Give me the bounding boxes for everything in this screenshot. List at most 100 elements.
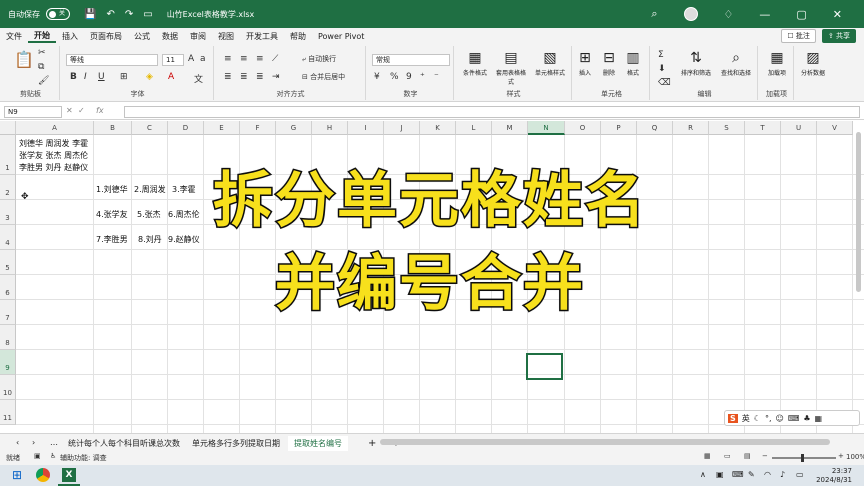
accessibility-icon[interactable]: ♿ — [50, 452, 56, 460]
chrome-icon[interactable] — [36, 468, 50, 482]
menu-formulas[interactable]: 公式 — [128, 31, 156, 42]
comments-button[interactable]: ☐ 批注 — [781, 29, 816, 43]
column-header-j[interactable]: J — [384, 121, 420, 135]
column-header-q[interactable]: Q — [637, 121, 673, 135]
align-middle-icon[interactable]: ≡ — [240, 54, 248, 64]
column-header-i[interactable]: I — [348, 121, 384, 135]
copy-icon[interactable]: ⧉ — [38, 62, 44, 72]
indent-icon[interactable]: ⇥ — [272, 72, 280, 82]
orientation-icon[interactable]: ⟋ — [272, 54, 278, 64]
lightbulb-icon[interactable]: ♢ — [724, 8, 734, 21]
column-header-n[interactable]: N — [528, 121, 565, 135]
merge-center-button[interactable]: ⊟ 合并后居中 — [302, 72, 345, 82]
more-sheets-icon[interactable]: … — [44, 436, 64, 449]
prev-sheet-icon[interactable]: ‹ — [10, 436, 25, 449]
format-painter-icon[interactable]: 🖌 — [38, 76, 49, 86]
insert-function-icon[interactable]: fx — [96, 106, 104, 115]
phonetic-icon[interactable]: 文 — [194, 72, 203, 85]
cell-b3[interactable]: 4.张学友 — [96, 209, 128, 221]
row-header-7[interactable]: 7 — [0, 300, 16, 325]
tray-app-icon[interactable]: ▣ — [716, 470, 724, 479]
menu-help[interactable]: 帮助 — [284, 31, 312, 42]
cell-styles-button[interactable]: ▧ 单元格样式 — [530, 50, 570, 77]
row-header-4[interactable]: 4 — [0, 225, 16, 250]
percent-icon[interactable]: % — [390, 72, 399, 82]
column-header-d[interactable]: D — [168, 121, 204, 135]
currency-icon[interactable]: ¥ — [374, 72, 380, 82]
battery-icon[interactable]: ▭ — [796, 470, 804, 479]
menu-insert[interactable]: 插入 — [56, 31, 84, 42]
normal-view-icon[interactable]: ▦ — [704, 452, 711, 460]
emoji-icon[interactable]: ☺ — [775, 414, 783, 423]
punctuation-icon[interactable]: °, — [765, 414, 772, 423]
row-header-3[interactable]: 3 — [0, 200, 16, 225]
column-header-a[interactable]: A — [16, 121, 94, 135]
ime-language[interactable]: 英 — [742, 413, 750, 424]
wifi-icon[interactable]: ◠ — [764, 470, 771, 479]
row-header-2[interactable]: 2 — [0, 175, 16, 200]
find-select-button[interactable]: ⌕ 查找和选择 — [716, 50, 756, 77]
underline-icon[interactable]: U — [98, 72, 105, 82]
column-header-h[interactable]: H — [312, 121, 348, 135]
column-header-r[interactable]: R — [673, 121, 709, 135]
border-icon[interactable]: ⊞ — [120, 72, 128, 82]
column-header-c[interactable]: C — [132, 121, 168, 135]
format-table-button[interactable]: ▤ 套用表格格式 — [494, 50, 528, 86]
select-all[interactable] — [0, 121, 16, 135]
cell-a1[interactable]: 刘德华 周润发 李霍 张学友 张杰 周杰伦 李胜男 刘丹 赵静仪 — [19, 138, 88, 174]
font-color-icon[interactable]: A — [168, 72, 174, 82]
zoom-slider-thumb[interactable] — [801, 454, 804, 462]
menu-developer[interactable]: 开发工具 — [240, 31, 284, 42]
volume-icon[interactable]: ♪ — [780, 470, 785, 479]
selected-cell-n9[interactable] — [526, 353, 563, 380]
vertical-scrollbar[interactable] — [856, 132, 861, 292]
sheet-tab-2[interactable]: 单元格多行多列提取日期 — [186, 436, 286, 451]
column-header-m[interactable]: M — [492, 121, 528, 135]
font-shrink-icon[interactable]: a — [200, 54, 206, 64]
column-header-b[interactable]: B — [94, 121, 132, 135]
autosum-icon[interactable]: Σ — [658, 50, 664, 60]
redo-icon[interactable]: ↷ — [125, 9, 133, 20]
menu-home[interactable]: 开始 — [28, 30, 56, 43]
column-header-v[interactable]: V — [817, 121, 853, 135]
search-icon[interactable]: ⌕ — [651, 7, 657, 21]
row-header-11[interactable]: 11 — [0, 400, 16, 425]
align-top-icon[interactable]: ≡ — [224, 54, 232, 64]
clock-date[interactable]: 2024/8/31 — [804, 476, 852, 484]
align-left-icon[interactable]: ≣ — [224, 72, 232, 82]
menu-file[interactable]: 文件 — [0, 31, 28, 42]
row-header-8[interactable]: 8 — [0, 325, 16, 350]
column-header-o[interactable]: O — [565, 121, 601, 135]
number-format-select[interactable]: 常规 — [372, 54, 450, 66]
page-layout-view-icon[interactable]: ▭ — [724, 452, 731, 460]
paste-icon[interactable]: 📋 — [14, 50, 34, 69]
column-header-f[interactable]: F — [240, 121, 276, 135]
fill-icon[interactable]: ⬇ — [658, 64, 666, 74]
confirm-icon[interactable]: ✓ — [78, 106, 85, 115]
add-sheet-icon[interactable]: + — [362, 436, 382, 451]
conditional-format-button[interactable]: ▦ 条件格式 — [458, 50, 492, 77]
column-header-u[interactable]: U — [781, 121, 817, 135]
align-center-icon[interactable]: ≣ — [240, 72, 248, 82]
font-name-select[interactable]: 等线 — [66, 54, 158, 66]
windows-start-icon[interactable]: ⊞ — [12, 468, 22, 482]
autosave-toggle[interactable]: 关 — [46, 8, 70, 20]
font-grow-icon[interactable]: A — [188, 54, 194, 64]
zoom-slider[interactable] — [772, 457, 836, 459]
row-header-9[interactable]: 9 — [0, 350, 16, 375]
decrease-decimal-icon[interactable]: ⁻ — [434, 72, 439, 82]
horizontal-scrollbar[interactable] — [380, 439, 830, 445]
menu-power-pivot[interactable]: Power Pivot — [312, 32, 370, 41]
undo-icon[interactable]: ↶ — [106, 9, 114, 20]
clear-icon[interactable]: ⌫ — [658, 78, 671, 88]
load-items-button[interactable]: ▦ 加载项 — [760, 50, 794, 77]
row-header-1[interactable]: 1 — [0, 135, 16, 175]
restore-icon[interactable]: ▢ — [796, 8, 806, 21]
italic-icon[interactable]: I — [84, 72, 87, 82]
column-header-t[interactable]: T — [745, 121, 781, 135]
tray-chevron-icon[interactable]: ∧ — [700, 470, 706, 479]
column-header-p[interactable]: P — [601, 121, 637, 135]
cancel-icon[interactable]: ✕ — [66, 106, 73, 115]
column-header-k[interactable]: K — [420, 121, 456, 135]
save-icon[interactable]: 💾 — [84, 9, 96, 20]
